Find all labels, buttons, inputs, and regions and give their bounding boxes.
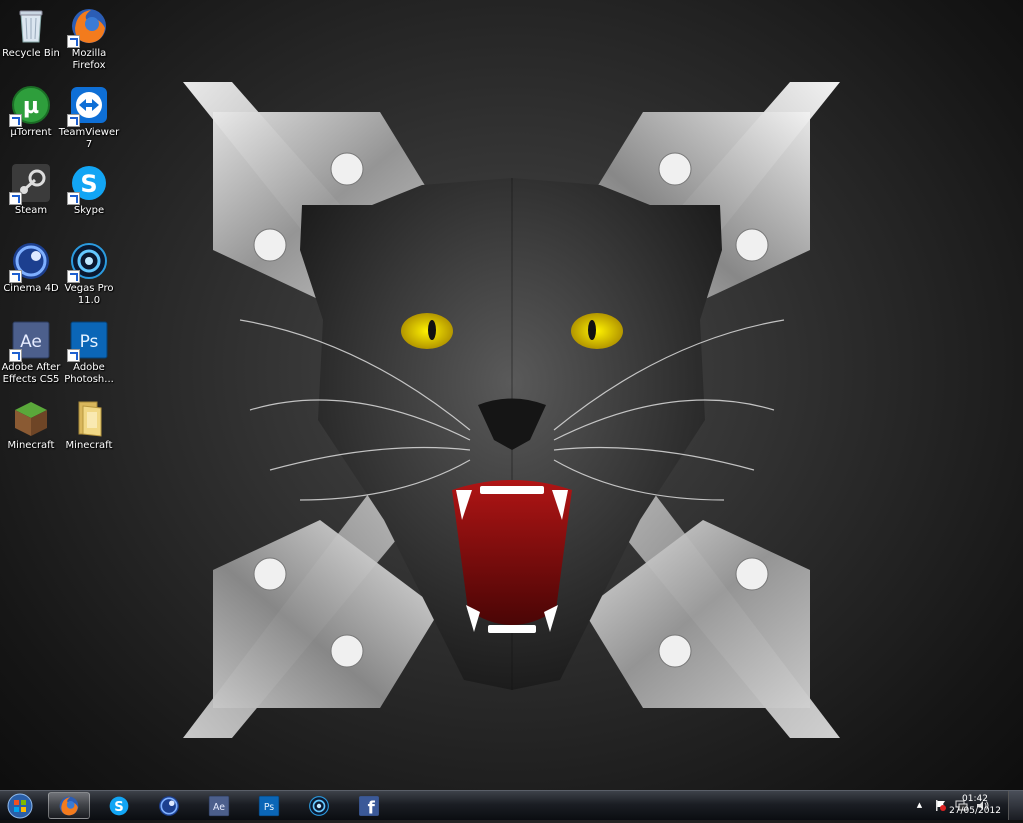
shortcut-arrow-icon (9, 114, 22, 127)
taskbar-clock[interactable]: 01:42 27/05/2012 (945, 793, 1005, 817)
desktop-icon-photoshop[interactable]: Ps Adobe Photosh... (58, 318, 120, 386)
panther-left-eye (401, 313, 453, 349)
shortcut-arrow-icon (67, 349, 80, 362)
desktop-wallpaper (0, 0, 1023, 790)
desktop-icon-utorrent[interactable]: µ µTorrent (0, 83, 62, 139)
desktop-icon-label: Recycle Bin (2, 48, 60, 59)
desktop-icon-recycle-bin[interactable]: Recycle Bin (0, 4, 62, 60)
clock-date: 27/05/2012 (949, 806, 1001, 816)
taskbar-button-vegas-pro[interactable] (298, 792, 340, 819)
desktop-icon-label: Minecraft (65, 440, 113, 451)
panther-right-eye (571, 313, 623, 349)
minecraft-icon (11, 398, 51, 438)
recycle-bin-icon (11, 6, 51, 46)
taskbar-button-photoshop[interactable]: Ps (248, 792, 290, 819)
start-button[interactable] (3, 792, 37, 819)
shortcut-arrow-icon (67, 114, 80, 127)
desktop-icon-vegas-pro[interactable]: Vegas Pro 11.0 (58, 239, 120, 307)
cinema4d-icon (159, 795, 179, 816)
desktop-icon-label: Adobe Photosh... (64, 362, 114, 385)
windows-orb-icon (7, 793, 33, 819)
desktop-icon-label: Minecraft (7, 440, 55, 451)
photoshop-icon: Ps (67, 320, 109, 362)
vegas-pro-icon (67, 241, 109, 283)
folder-icon (69, 398, 109, 438)
skype-icon: S (109, 796, 129, 815)
photoshop-icon: Ps (258, 795, 280, 816)
taskbar-button-firefox[interactable] (48, 792, 90, 819)
teamviewer-icon (67, 85, 109, 127)
desktop-icon-steam[interactable]: Steam (0, 161, 62, 217)
desktop-icon-label: Vegas Pro 11.0 (64, 283, 114, 306)
desktop-icon-label: Cinema 4D (3, 283, 59, 294)
shortcut-arrow-icon (67, 270, 80, 283)
steam-icon (9, 163, 51, 205)
desktop-icon-teamviewer[interactable]: TeamViewer 7 (58, 83, 120, 151)
shortcut-arrow-icon (9, 192, 22, 205)
facebook-icon: f (359, 795, 379, 817)
desktop-icon-cinema4d[interactable]: Cinema 4D (0, 239, 62, 295)
svg-text:S: S (80, 170, 97, 198)
cinema4d-icon (9, 241, 51, 283)
desktop-icon-label: µTorrent (10, 127, 52, 138)
vegas-pro-icon (309, 795, 329, 816)
skype-icon: S (67, 163, 109, 205)
shortcut-arrow-icon (9, 270, 22, 283)
desktop-icon-label: Skype (73, 205, 105, 216)
taskbar-button-cinema4d[interactable] (148, 792, 190, 819)
shortcut-arrow-icon (67, 35, 80, 48)
shortcut-arrow-icon (67, 192, 80, 205)
taskbar: S Ae Ps f ▲ 01:42 27/05/2012 (0, 790, 1023, 820)
desktop-icon-minecraft[interactable]: Minecraft (0, 396, 62, 452)
desktop-icon-label: Steam (14, 205, 48, 216)
taskbar-button-facebook[interactable]: f (348, 792, 390, 819)
svg-text:Ae: Ae (20, 332, 42, 352)
after-effects-icon: Ae (9, 320, 51, 362)
firefox-icon (59, 796, 79, 815)
svg-text:Ps: Ps (80, 332, 99, 352)
taskbar-button-after-effects[interactable]: Ae (198, 792, 240, 819)
show-desktop-button[interactable] (1008, 791, 1023, 820)
desktop-icon-minecraft-folder[interactable]: Minecraft (58, 396, 120, 452)
desktop-icon-skype[interactable]: S Skype (58, 161, 120, 217)
desktop-icon-label: Adobe After Effects CS5 (1, 362, 61, 385)
desktop-icon-after-effects[interactable]: Ae Adobe After Effects CS5 (0, 318, 62, 386)
taskbar-button-skype[interactable]: S (98, 792, 140, 819)
desktop-icon-label: TeamViewer 7 (58, 127, 120, 150)
panther-mouth (452, 480, 572, 625)
clock-time: 01:42 (962, 794, 988, 804)
shortcut-arrow-icon (9, 349, 22, 362)
desktop-icon-label: Mozilla Firefox (71, 48, 107, 71)
desktop-icon-firefox[interactable]: Mozilla Firefox (58, 4, 120, 72)
svg-text:Ps: Ps (264, 801, 274, 812)
firefox-icon (67, 6, 109, 48)
svg-text:f: f (368, 798, 376, 816)
svg-text:S: S (114, 799, 124, 814)
after-effects-icon: Ae (208, 795, 230, 816)
svg-text:Ae: Ae (213, 801, 225, 812)
svg-text:µ: µ (23, 94, 39, 119)
utorrent-icon: µ (9, 85, 51, 127)
show-hidden-icons-arrow[interactable]: ▲ (913, 799, 926, 812)
